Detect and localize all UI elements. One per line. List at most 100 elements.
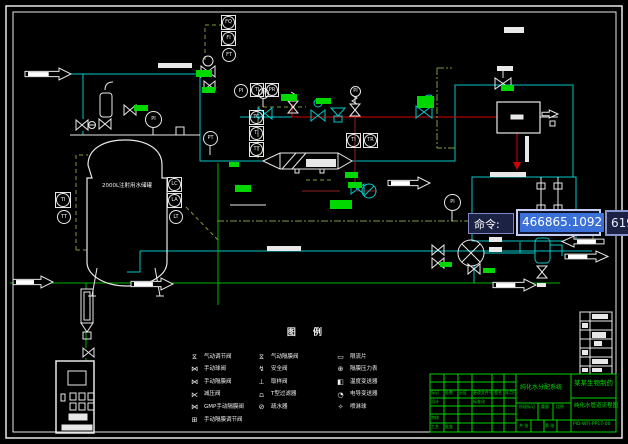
legend-item: ⋉减压阀 <box>188 389 244 402</box>
legend-item-label: 限流片 <box>350 355 367 361</box>
instrument-tag: PI <box>258 88 269 99</box>
text-blob <box>582 323 588 328</box>
flow-arrow-label-blob <box>134 282 153 286</box>
title-block-field: 纯化水管道流程图 <box>574 404 618 410</box>
selected-coordinate-value[interactable]: 466865.1092 <box>520 213 604 232</box>
legend-item-label: 手动隔膜阀 <box>204 380 232 386</box>
legend-item: ⊘疏水器 <box>255 401 299 414</box>
instrument-bubble: TI <box>55 192 71 208</box>
equipment-tag <box>501 85 514 91</box>
legend-item-label: GMP手动隔膜阀 <box>204 405 244 411</box>
legend-title: 图 例 <box>268 325 348 338</box>
text-blob <box>592 314 608 319</box>
instrument-bubble: TT <box>57 210 71 224</box>
text-blob <box>158 63 192 68</box>
steam-arrowhead <box>513 162 521 170</box>
title-block-field: 工艺 <box>431 425 439 429</box>
legend-item: ⊕隔膜压力表 <box>334 364 378 377</box>
legend-item-label: 疏水器 <box>271 405 288 411</box>
equipment-tag <box>440 262 452 267</box>
equipment-tag <box>348 182 362 188</box>
second-coordinate-field[interactable]: 619 <box>605 210 628 236</box>
flow-arrow-label-blob <box>496 283 515 287</box>
command-prompt-label: 命令: <box>468 213 514 234</box>
instrument-tag: FI <box>222 32 235 45</box>
legend-item: ◔电导变送器 <box>334 389 378 402</box>
legend-symbol-icon: ⊞ <box>188 417 201 424</box>
instrument-tag: FT <box>222 48 236 62</box>
text-blob <box>525 136 529 162</box>
instrument-bubble: FI <box>221 31 236 46</box>
legend-item: ↯安全阀 <box>255 364 299 377</box>
instrument-bubble: PI <box>234 84 248 98</box>
title-block-field: 批准 <box>445 425 453 429</box>
legend-item: ⋈手动隔膜阀 <box>188 376 244 389</box>
legend-item-label: 电导变送器 <box>350 392 378 398</box>
instrument-tag: PT <box>203 131 218 146</box>
legend-item-label: 隔膜压力表 <box>350 367 378 373</box>
legend-item-label: 温度变送器 <box>350 380 378 386</box>
title-block-field: 年月日 <box>505 391 517 395</box>
text-blob <box>537 283 546 287</box>
instrument-bubble: TC <box>249 110 264 125</box>
legend-symbol-icon: ⊥ <box>255 379 268 386</box>
legend-column: ⧖气动隔膜阀↯安全阀⊥取样阀⩍T型过滤器⊘疏水器 <box>255 351 299 414</box>
equipment-tag <box>483 268 495 273</box>
instrument-tag: TC <box>250 111 263 124</box>
text-blob <box>489 247 502 252</box>
instrument-tag: TR <box>364 134 377 147</box>
title-block-field: 共 张 <box>519 424 528 428</box>
legend-column: ▭限流片⊕隔膜压力表◧温度变送器◔电导变送器✧喷淋球 <box>334 351 378 414</box>
legend-symbol-icon: ⊘ <box>255 404 268 411</box>
equipment-tag <box>196 70 212 77</box>
legend-item: ✧喷淋球 <box>334 401 378 414</box>
steam-lines <box>292 104 517 164</box>
text-blob <box>490 172 526 177</box>
rotameter <box>81 289 93 332</box>
cad-drawing-canvas[interactable]: 2000L注射用水储罐 FQFIFTPITIPRTCTITTTITRLCLALT… <box>0 0 628 444</box>
legend-symbol-icon: ▭ <box>334 354 347 361</box>
legend-item: ⧖气动调节阀 <box>188 351 244 364</box>
legend-symbol-icon: ✧ <box>334 404 347 411</box>
legend-symbol-icon: ⧖ <box>188 354 201 361</box>
legend-item: ⩍T型过滤器 <box>255 389 299 402</box>
legend-symbol-icon: ⋈ <box>188 404 201 411</box>
equipment-tag <box>281 94 297 101</box>
title-block-field: 比例 <box>556 405 564 409</box>
flow-arrow-label-blob <box>28 72 49 76</box>
legend-item: ⋈GMP手动隔膜阀 <box>188 401 244 414</box>
title-block-field: PID-WFI-PP17-00 <box>573 423 610 428</box>
legend-item: ◧温度变送器 <box>334 376 378 389</box>
title-block-field: 标准化 <box>473 400 485 404</box>
legend-item-label: 手动隔膜调节阀 <box>204 418 243 424</box>
text-blob <box>592 359 608 364</box>
legend-item: ⧖气动隔膜阀 <box>255 351 299 364</box>
title-block-field: 阶段标记 <box>519 405 535 409</box>
legend-column: ⧖气动调节阀⋈手动球阀⋈手动隔膜阀⋉减压阀⋈GMP手动隔膜阀⊞手动隔膜调节阀 <box>188 351 244 427</box>
instrument-tag: PI <box>145 111 162 128</box>
legend-symbol-icon: ⩍ <box>255 392 268 399</box>
title-block-field: 分区 <box>459 391 467 395</box>
instrument-tag: TI <box>250 127 263 140</box>
title-block-field: 第 张 <box>545 424 554 428</box>
pump <box>458 240 484 266</box>
legend-symbol-icon: ⋉ <box>188 392 201 399</box>
text-blob <box>504 27 524 33</box>
legend-item: ⊥取样阀 <box>255 376 299 389</box>
title-block-field: 标记 <box>431 391 439 395</box>
instrument-tag: PI <box>350 86 361 97</box>
text-blob <box>592 332 606 338</box>
legend-symbol-icon: ◔ <box>334 392 347 399</box>
text-blob <box>267 246 301 251</box>
instrument-bubble: FT <box>222 48 236 62</box>
instrument-tag: LC <box>168 178 181 191</box>
instrument-tag: TI <box>56 193 70 207</box>
text-blob <box>592 368 602 372</box>
legend-symbol-icon: ⋈ <box>188 379 201 386</box>
legend-item-label: 气动调节阀 <box>204 355 232 361</box>
text-blob <box>582 350 588 355</box>
instrument-bubble: LC <box>167 177 182 192</box>
coordinate-input-field[interactable]: 466865.1092 <box>516 209 601 236</box>
instrument-bubble: TI <box>249 126 264 141</box>
control-cabinet <box>56 361 94 433</box>
